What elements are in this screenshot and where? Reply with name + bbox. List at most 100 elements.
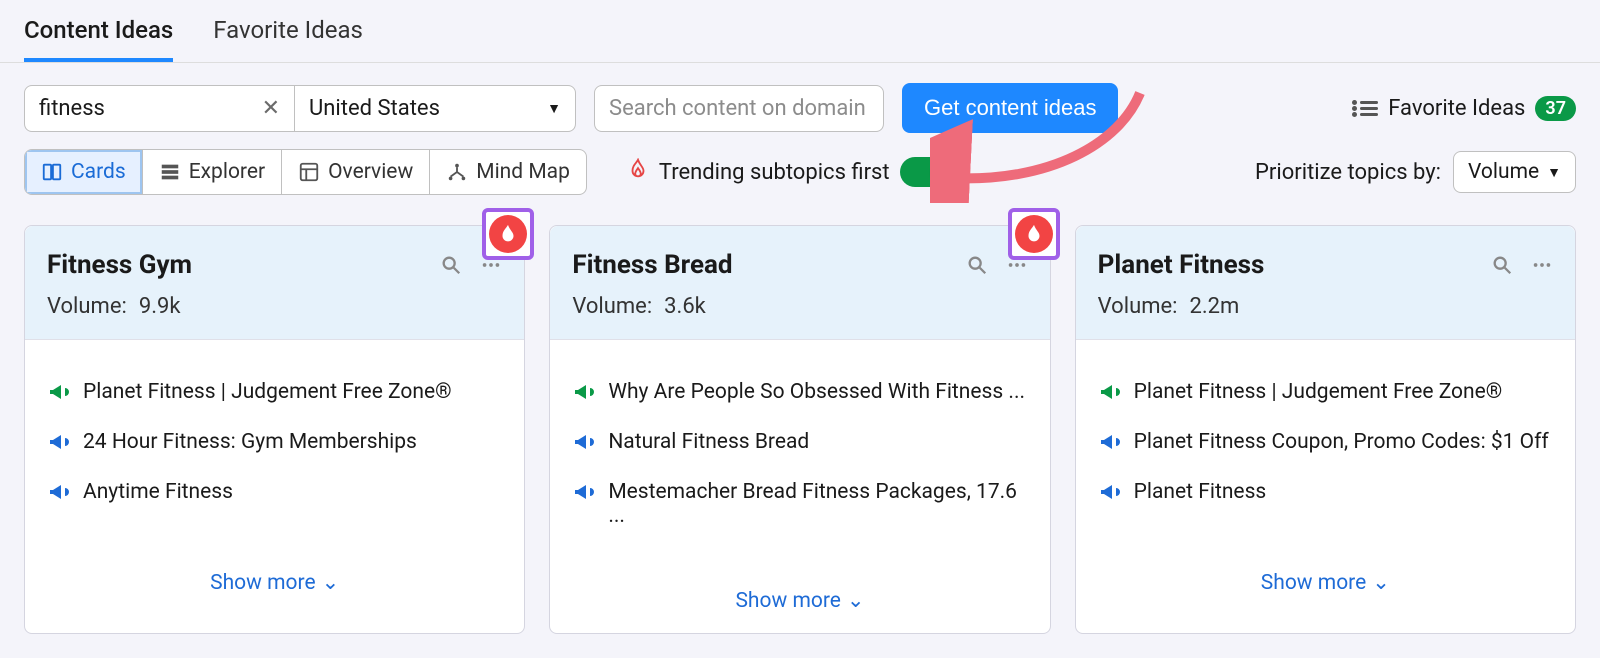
chevron-down-icon: ⌄ <box>1372 570 1390 595</box>
topic-card: Planet FitnessVolume:2.2mPlanet Fitness … <box>1075 225 1576 634</box>
view-mindmap[interactable]: Mind Map <box>430 150 586 194</box>
content-item[interactable]: Natural Fitness Bread <box>572 430 1027 460</box>
explorer-icon <box>159 161 181 183</box>
show-more-label: Show more <box>735 589 840 613</box>
content-item[interactable]: Why Are People So Obsessed With Fitness … <box>572 380 1027 410</box>
card-header: Fitness Gym Volume: 9.9k <box>25 226 524 340</box>
view-cards[interactable]: Cards <box>25 150 143 194</box>
content-item-text: Natural Fitness Bread <box>608 430 809 454</box>
view-toolbar: Cards Explorer Overview Mind Map Trendin… <box>0 143 1600 215</box>
content-item-text: Planet Fitness | Judgement Free Zone® <box>1134 380 1503 404</box>
flame-icon <box>627 158 649 186</box>
trending-badge <box>482 208 534 260</box>
more-icon[interactable] <box>1531 254 1553 276</box>
view-overview-label: Overview <box>328 160 413 184</box>
get-content-ideas-button[interactable]: Get content ideas <box>902 83 1118 133</box>
content-item[interactable]: Anytime Fitness <box>47 480 502 510</box>
tab-bar: Content Ideas Favorite Ideas <box>0 0 1600 63</box>
chevron-down-icon: ▼ <box>1547 164 1561 181</box>
topic-card: Fitness Gym Volume: 9.9k Planet Fitness | J… <box>24 225 525 634</box>
content-item-text: Planet Fitness <box>1134 480 1267 504</box>
content-item-text: Planet Fitness Coupon, Promo Codes: $1 O… <box>1134 430 1549 454</box>
topic-card: Fitness Bread Volume: 3.6k Why Are People S… <box>549 225 1050 634</box>
overview-icon <box>298 161 320 183</box>
tab-content-ideas[interactable]: Content Ideas <box>24 16 173 62</box>
content-item-text: Why Are People So Obsessed With Fitness … <box>608 380 1025 404</box>
content-item[interactable]: Planet Fitness <box>1098 480 1553 510</box>
show-more-button[interactable]: Show more ⌄ <box>25 550 524 615</box>
content-item-text: Planet Fitness | Judgement Free Zone® <box>83 380 452 404</box>
megaphone-icon <box>1098 380 1122 410</box>
megaphone-icon <box>47 480 71 510</box>
card-header: Fitness Bread Volume: 3.6k <box>550 226 1049 340</box>
view-switch: Cards Explorer Overview Mind Map <box>24 149 587 195</box>
list-icon <box>1360 101 1378 116</box>
trending-badge <box>1008 208 1060 260</box>
megaphone-icon <box>572 480 596 510</box>
keyword-input[interactable]: fitness ✕ <box>25 86 295 131</box>
keyword-value: fitness <box>39 96 105 121</box>
volume-label: Volume: <box>47 294 127 319</box>
prioritize-value: Volume <box>1468 160 1539 184</box>
country-value: United States <box>309 96 440 121</box>
card-title: Fitness Bread <box>572 250 947 280</box>
prioritize-group: Prioritize topics by: Volume ▼ <box>1255 151 1576 193</box>
view-mindmap-label: Mind Map <box>476 160 570 184</box>
volume-label: Volume: <box>572 294 652 319</box>
tab-favorite-ideas[interactable]: Favorite Ideas <box>213 16 363 62</box>
view-overview[interactable]: Overview <box>282 150 430 194</box>
favorite-ideas-label: Favorite Ideas <box>1388 96 1525 121</box>
card-body: Why Are People So Obsessed With Fitness … <box>550 340 1049 568</box>
volume-value: 2.2m <box>1189 294 1239 319</box>
card-body: Planet Fitness | Judgement Free Zone® Pla… <box>1076 340 1575 550</box>
card-header: Planet Fitness Volume: 2.2m <box>1076 226 1575 340</box>
search-icon[interactable] <box>966 254 988 276</box>
show-more-label: Show more <box>210 571 315 595</box>
prioritize-label: Prioritize topics by: <box>1255 160 1441 185</box>
search-icon[interactable] <box>1491 254 1513 276</box>
mindmap-icon <box>446 161 468 183</box>
content-item[interactable]: Planet Fitness | Judgement Free Zone® <box>1098 380 1553 410</box>
prioritize-dropdown[interactable]: Volume ▼ <box>1453 151 1576 193</box>
megaphone-icon <box>572 430 596 460</box>
content-item-text: Anytime Fitness <box>83 480 233 504</box>
toolbar: fitness ✕ United States ▼ Search content… <box>0 63 1600 143</box>
trending-toggle[interactable] <box>900 157 958 187</box>
favorite-count-badge: 37 <box>1535 96 1576 121</box>
clear-keyword-icon[interactable]: ✕ <box>262 96 280 121</box>
trending-label: Trending subtopics first <box>659 160 890 185</box>
chevron-down-icon: ▼ <box>547 100 561 117</box>
view-explorer-label: Explorer <box>189 160 265 184</box>
card-title: Planet Fitness <box>1098 250 1473 280</box>
megaphone-icon <box>47 380 71 410</box>
chevron-down-icon: ⌄ <box>847 588 865 613</box>
volume-value: 3.6k <box>664 294 706 319</box>
search-icon[interactable] <box>440 254 462 276</box>
domain-search-input[interactable]: Search content on domain <box>594 85 884 132</box>
show-more-button[interactable]: Show more ⌄ <box>550 568 1049 633</box>
favorite-ideas-link[interactable]: Favorite Ideas 37 <box>1360 96 1576 121</box>
megaphone-icon <box>47 430 71 460</box>
country-select[interactable]: United States ▼ <box>295 86 575 131</box>
card-title: Fitness Gym <box>47 250 422 280</box>
content-item[interactable]: Planet Fitness Coupon, Promo Codes: $1 O… <box>1098 430 1553 460</box>
show-more-button[interactable]: Show more⌄ <box>1076 550 1575 615</box>
content-item-text: 24 Hour Fitness: Gym Memberships <box>83 430 417 454</box>
keyword-country-group: fitness ✕ United States ▼ <box>24 85 576 132</box>
content-item[interactable]: 24 Hour Fitness: Gym Memberships <box>47 430 502 460</box>
cards-container: Fitness Gym Volume: 9.9k Planet Fitness | J… <box>0 225 1600 658</box>
content-item[interactable]: Planet Fitness | Judgement Free Zone® <box>47 380 502 410</box>
view-cards-label: Cards <box>71 160 126 184</box>
content-item-text: Mestemacher Bread Fitness Packages, 17.6… <box>608 480 1027 528</box>
volume-value: 9.9k <box>139 294 181 319</box>
content-item[interactable]: Mestemacher Bread Fitness Packages, 17.6… <box>572 480 1027 528</box>
megaphone-icon <box>572 380 596 410</box>
megaphone-icon <box>1098 480 1122 510</box>
volume-label: Volume: <box>1098 294 1178 319</box>
trending-toggle-group: Trending subtopics first <box>627 157 958 187</box>
cards-icon <box>41 161 63 183</box>
show-more-label: Show more <box>1261 571 1366 595</box>
view-explorer[interactable]: Explorer <box>143 150 282 194</box>
chevron-down-icon: ⌄ <box>322 570 340 595</box>
card-body: Planet Fitness | Judgement Free Zone® 24 … <box>25 340 524 550</box>
